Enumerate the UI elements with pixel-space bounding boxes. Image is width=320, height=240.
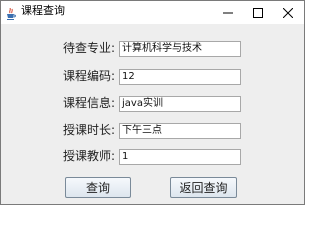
course-code-field[interactable]: 12 <box>119 69 241 85</box>
maximize-icon <box>253 3 263 22</box>
teacher-field[interactable]: 1 <box>119 149 241 165</box>
minimize-icon <box>223 3 233 22</box>
teacher-label: 授课教师: <box>63 149 116 163</box>
java-coffee-icon <box>6 5 16 20</box>
close-icon <box>282 3 294 22</box>
form-panel: 待查专业: 计算机科学与技术 课程编码: 12 课程信息: java实训 授课时… <box>1 24 304 204</box>
course-code-label: 课程编码: <box>63 69 116 83</box>
course-info-label: 课程信息: <box>63 96 116 110</box>
query-button[interactable]: 查询 <box>65 177 131 198</box>
duration-label: 授课时长: <box>63 123 116 137</box>
app-window: 课程查询 待查专业: 计算机科学与技术 课程编码: 12 课程信息: java实… <box>0 0 305 205</box>
minimize-button[interactable] <box>213 1 243 24</box>
major-label: 待查专业: <box>63 41 116 55</box>
title-bar[interactable]: 课程查询 <box>1 1 304 24</box>
maximize-button[interactable] <box>243 1 273 24</box>
back-to-query-button[interactable]: 返回查询 <box>170 177 237 198</box>
major-field[interactable]: 计算机科学与技术 <box>119 41 241 57</box>
course-info-field[interactable]: java实训 <box>119 96 241 112</box>
duration-field[interactable]: 下午三点 <box>119 123 241 139</box>
window-title: 课程查询 <box>21 4 65 17</box>
close-button[interactable] <box>273 1 303 24</box>
